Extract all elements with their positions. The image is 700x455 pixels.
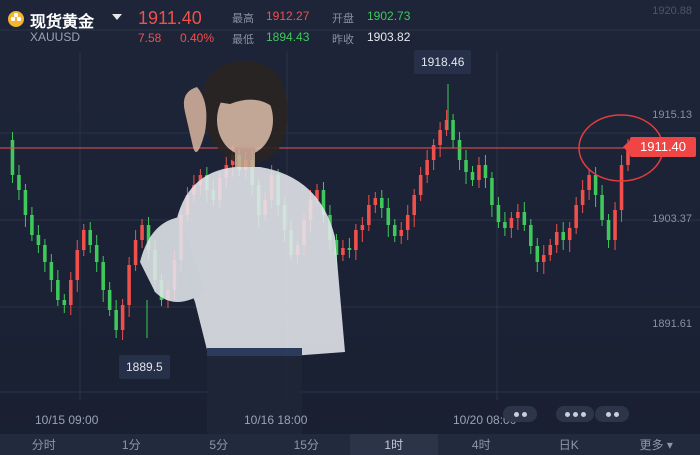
candle-body [17, 175, 21, 190]
tab-more[interactable]: 更多 ▾ [613, 434, 700, 455]
candle-body [367, 205, 371, 225]
candle-body [10, 140, 15, 175]
candle-body [529, 225, 533, 246]
candle-body [23, 190, 28, 215]
candle-body [477, 165, 481, 180]
tab-15min[interactable]: 15分 [263, 434, 351, 455]
candle-body [43, 245, 47, 262]
candle-body [509, 218, 514, 228]
chevron-down-icon: ▾ [666, 438, 673, 452]
candle-body [516, 212, 520, 218]
candle-body [548, 245, 553, 255]
candle-body [561, 232, 565, 240]
candle-body [114, 310, 118, 330]
candle-body [587, 175, 591, 190]
indicator-toggle-2[interactable] [556, 406, 594, 422]
gold-quote-app: 现货黄金 XAUUSD 1911.40 7.58 0.40% 最高 1912.2… [0, 0, 700, 455]
candle-body [619, 165, 624, 210]
candle-body [580, 190, 585, 205]
candle-body [496, 205, 501, 222]
candle-body [127, 265, 131, 305]
candle-body [386, 208, 391, 225]
tab-5min[interactable]: 5分 [175, 434, 263, 455]
candle-body [457, 140, 462, 160]
tab-daily[interactable]: 日K [525, 434, 613, 455]
candle-body [392, 225, 397, 236]
candle-body [88, 230, 93, 245]
candle-body [438, 130, 442, 145]
min-price-tooltip: 1889.5 [119, 355, 170, 379]
max-price-tooltip: 1918.46 [414, 50, 472, 74]
candle-body [412, 195, 416, 215]
candle-body [373, 198, 378, 205]
candle-body [425, 160, 429, 175]
candle-body [451, 120, 455, 140]
tab-1min[interactable]: 1分 [88, 434, 176, 455]
candle-body [62, 300, 67, 305]
period-tabs: 分时 1分 5分 15分 1时 4时 日K 更多 ▾ [0, 434, 700, 455]
candle-body [380, 198, 384, 208]
candle-body [94, 245, 99, 262]
time-label: 10/16 18:00 [244, 413, 308, 427]
tab-timeshare[interactable]: 分时 [0, 434, 88, 455]
candle-body [56, 280, 60, 300]
candle-body [613, 210, 617, 240]
candle-body [503, 222, 507, 228]
candle-body [107, 290, 112, 310]
candle-body [541, 255, 546, 262]
candle-body [49, 262, 54, 280]
candle-body [360, 225, 365, 230]
tab-more-label: 更多 [639, 438, 664, 452]
axis-label-upper: 1915.13 [652, 109, 692, 121]
candle-body [490, 178, 494, 205]
axis-label-top: 1920.88 [652, 5, 692, 17]
indicator-toggle-1[interactable] [503, 406, 537, 422]
candle-body [69, 280, 73, 305]
candle-body [464, 160, 468, 172]
candle-body [535, 246, 540, 262]
candle-body [75, 250, 80, 280]
indicator-toggle-3[interactable] [595, 406, 629, 422]
candle-body [120, 305, 125, 330]
candle-body [606, 220, 611, 240]
axis-label-middle: 1903.37 [652, 213, 692, 225]
candle-body [567, 228, 572, 240]
candle-body [600, 195, 604, 220]
candle-body [431, 145, 436, 160]
candle-body [81, 230, 86, 250]
tab-4hour[interactable]: 4时 [438, 434, 526, 455]
candle-body [101, 262, 105, 290]
tab-1hour[interactable]: 1时 [350, 434, 438, 455]
candle-body [418, 175, 423, 195]
candle-body [470, 172, 475, 180]
time-label: 10/15 09:00 [35, 413, 99, 427]
candle-body [483, 165, 488, 178]
candle-body [593, 175, 598, 195]
candle-body [30, 215, 34, 235]
candle-body [405, 215, 410, 230]
candle-body [574, 205, 578, 228]
candle-body [399, 230, 404, 236]
candle-body [522, 212, 527, 225]
candle-body [554, 232, 559, 245]
candle-body [36, 235, 41, 245]
axis-label-lower: 1891.61 [652, 318, 692, 330]
current-price-badge: 1911.40 [623, 137, 696, 157]
